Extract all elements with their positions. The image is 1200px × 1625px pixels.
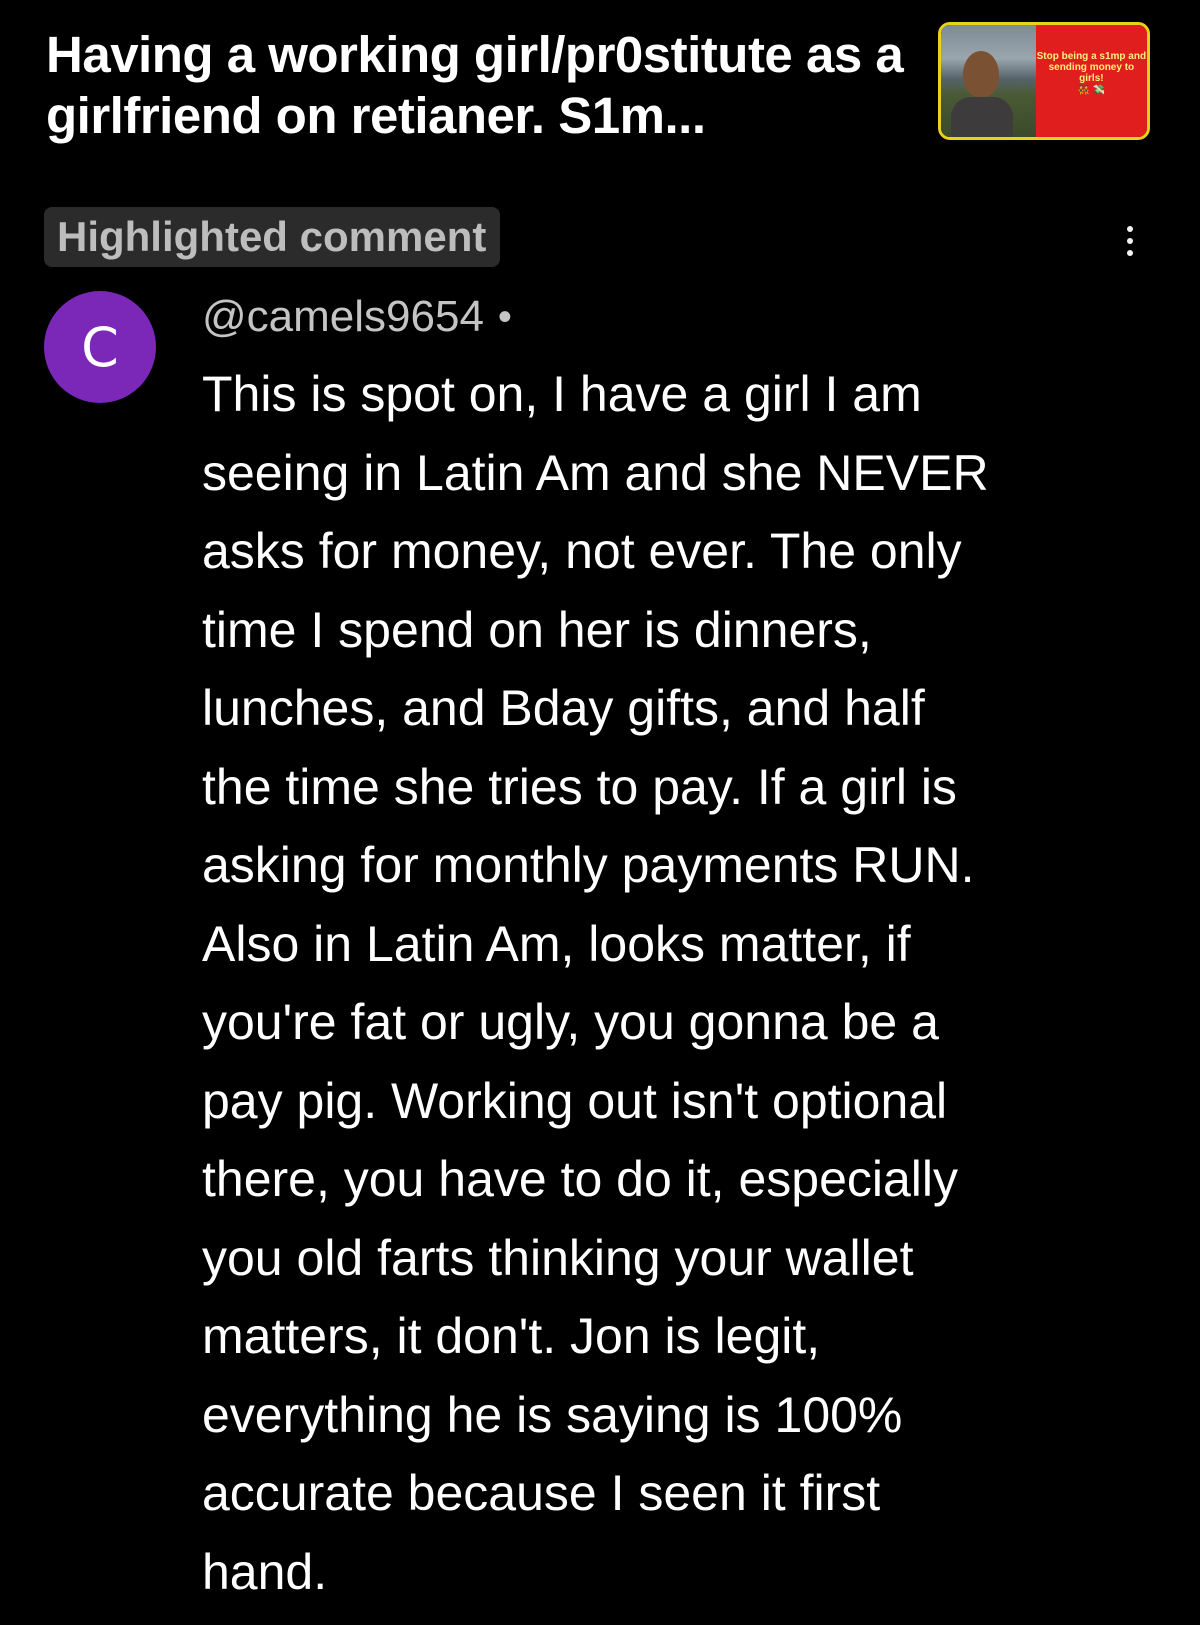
thumbnail-person-face: [963, 51, 999, 97]
comment-text: This is spot on, I have a girl I am seei…: [202, 366, 989, 1600]
more-vertical-icon: [1127, 238, 1133, 244]
more-vertical-icon: [1127, 226, 1133, 232]
author-separator: •: [497, 294, 512, 339]
thumbnail-person-body: [951, 97, 1013, 137]
thumbnail-text-panel: Stop being a s1mp and sending money to g…: [1035, 25, 1147, 137]
video-header: Having a working girl/pr0stitute as a gi…: [46, 20, 1176, 150]
video-thumbnail[interactable]: Stop being a s1mp and sending money to g…: [938, 22, 1150, 140]
avatar[interactable]: C: [44, 291, 156, 403]
thumbnail-photo: [941, 25, 1036, 137]
thumbnail-caption: Stop being a s1mp and sending money to g…: [1036, 51, 1147, 84]
comment-author[interactable]: @camels9654: [202, 292, 484, 342]
comment-author-line: @camels9654 •: [202, 288, 512, 346]
thumbnail-emoji: 👯 💸: [1077, 85, 1106, 96]
video-title[interactable]: Having a working girl/pr0stitute as a gi…: [46, 24, 926, 146]
more-vertical-icon: [1127, 250, 1133, 256]
highlighted-comment-badge: Highlighted comment: [44, 207, 501, 267]
more-actions-button[interactable]: [1112, 214, 1148, 268]
